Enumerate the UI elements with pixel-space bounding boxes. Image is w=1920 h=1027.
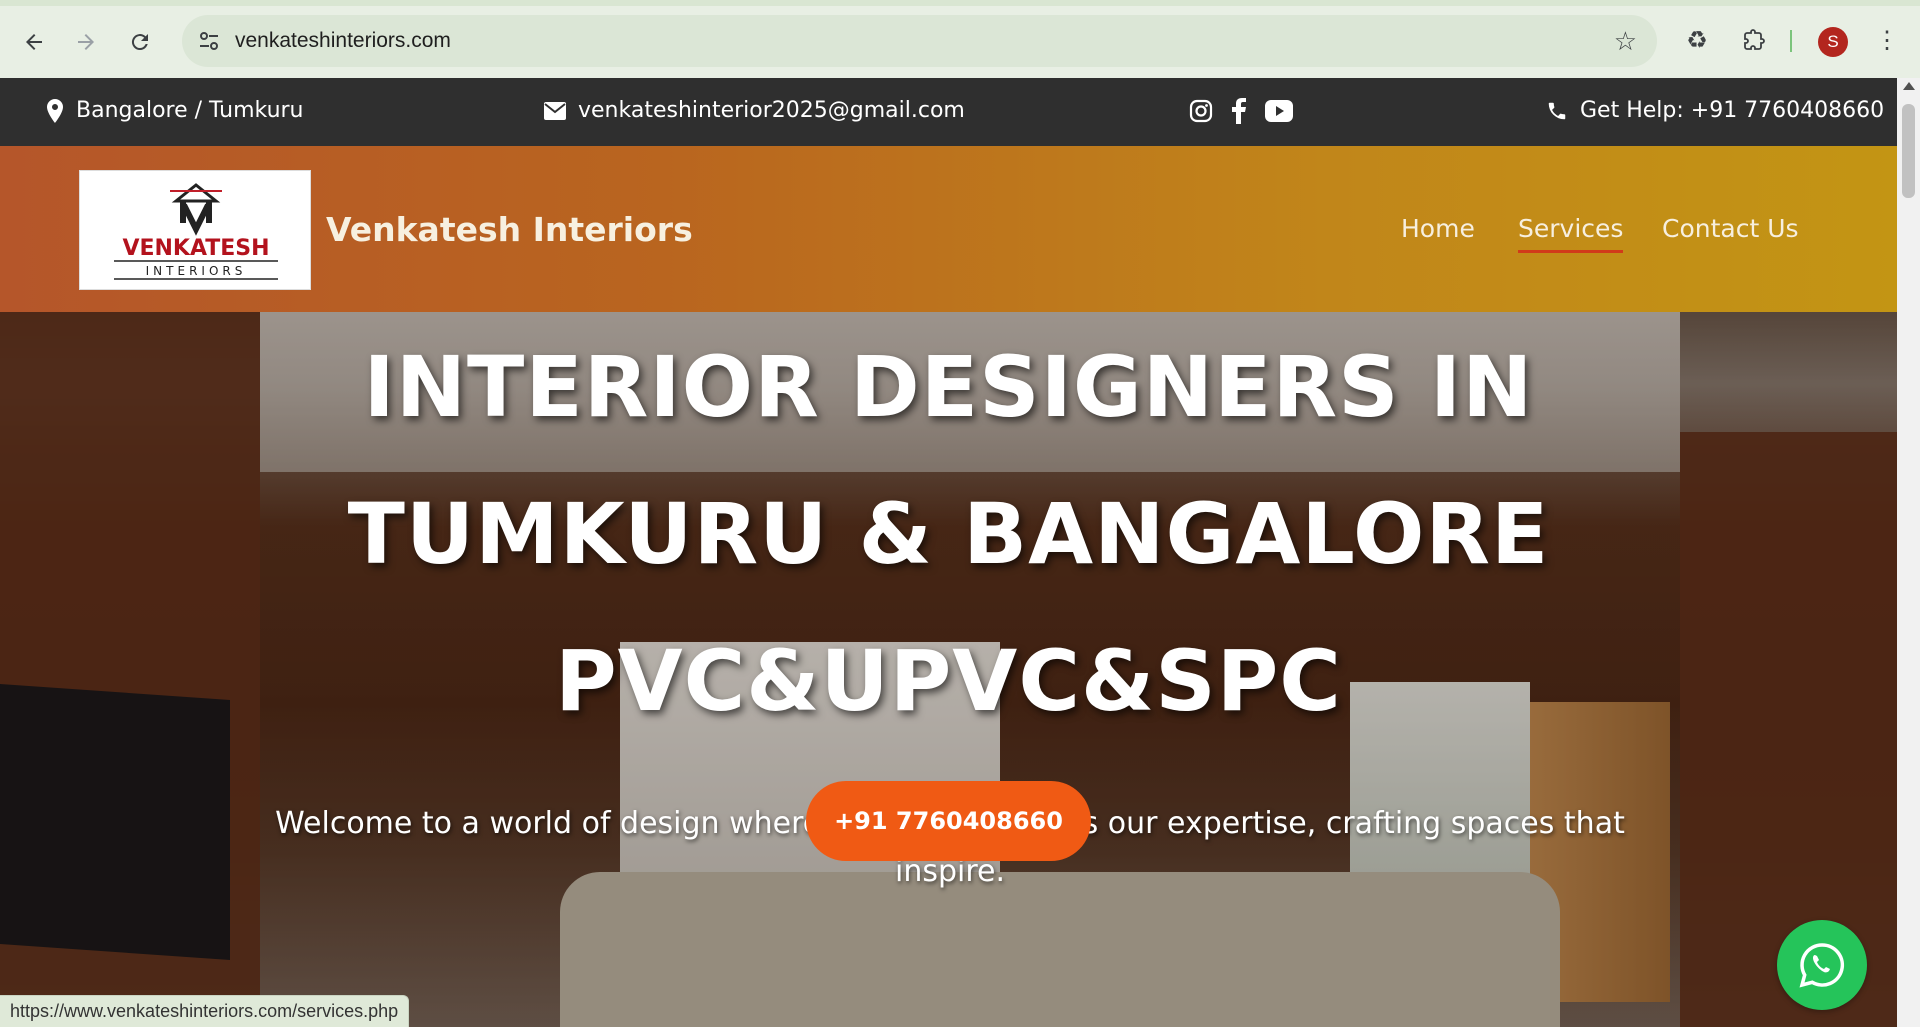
youtube-icon[interactable] — [1265, 100, 1293, 122]
contact-topbar: Bangalore / Tumkuru venkateshinterior202… — [0, 78, 1897, 146]
browser-toolbar: venkateshinteriors.com ☆ ♻ S ⋮ — [0, 0, 1920, 78]
kebab-menu-icon[interactable]: ⋮ — [1871, 24, 1903, 56]
back-icon[interactable] — [16, 24, 52, 60]
help-text[interactable]: Get Help: +91 7760408660 — [1580, 98, 1884, 123]
toolbar-divider — [1790, 30, 1792, 52]
help-info[interactable]: Get Help: +91 7760408660 — [1546, 98, 1884, 123]
site-info-icon[interactable] — [196, 28, 222, 54]
logo-graphic: VENKATESH INTERIORS — [114, 183, 278, 280]
nav-home[interactable]: Home — [1401, 214, 1475, 243]
site-logo[interactable]: VENKATESH INTERIORS — [79, 170, 311, 290]
site-header: VENKATESH INTERIORS Venkatesh Interiors … — [0, 146, 1897, 312]
hero-title-line-1: INTERIOR DESIGNERS IN — [363, 338, 1534, 436]
hero-title-line-3: PVC&UPVC&SPC — [555, 632, 1342, 730]
scroll-thumb[interactable] — [1902, 104, 1915, 198]
scroll-up-arrow-icon[interactable] — [1903, 82, 1915, 90]
location-text: Bangalore / Tumkuru — [76, 98, 304, 123]
page-viewport: Bangalore / Tumkuru venkateshinterior202… — [0, 78, 1897, 1027]
mail-icon — [544, 101, 566, 120]
extensions-icon[interactable] — [1738, 24, 1770, 56]
email-info[interactable]: venkateshinterior2025@gmail.com — [544, 98, 965, 123]
email-text[interactable]: venkateshinterior2025@gmail.com — [578, 98, 965, 123]
bookmark-star-icon[interactable]: ☆ — [1614, 26, 1637, 57]
hero-section: INTERIOR DESIGNERS IN TUMKURU & BANGALOR… — [0, 312, 1897, 1027]
tab-strip — [0, 0, 1920, 6]
social-links — [1189, 98, 1293, 124]
location-pin-icon — [47, 98, 63, 123]
instagram-icon[interactable] — [1189, 99, 1213, 123]
reload-icon[interactable] — [122, 24, 158, 60]
whatsapp-button[interactable] — [1777, 920, 1867, 1010]
logo-subtext: INTERIORS — [146, 264, 247, 278]
profile-avatar[interactable]: S — [1818, 27, 1848, 57]
recycle-icon[interactable]: ♻ — [1681, 24, 1713, 56]
address-bar[interactable]: venkateshinteriors.com ☆ — [182, 15, 1657, 67]
forward-icon[interactable] — [68, 24, 104, 60]
phone-icon — [1548, 102, 1566, 119]
facebook-icon[interactable] — [1231, 98, 1247, 124]
logo-wordmark: VENKATESH — [122, 236, 269, 261]
page-scrollbar[interactable] — [1897, 78, 1920, 1027]
nav-contact-us[interactable]: Contact Us — [1662, 214, 1799, 243]
location-info: Bangalore / Tumkuru — [46, 98, 304, 123]
call-now-button[interactable]: +91 7760408660 — [806, 781, 1091, 861]
nav-services[interactable]: Services — [1518, 214, 1624, 253]
brand-name[interactable]: Venkatesh Interiors — [326, 210, 693, 249]
whatsapp-icon — [1799, 943, 1845, 988]
url-text[interactable]: venkateshinteriors.com — [235, 29, 451, 53]
hero-title-line-2: TUMKURU & BANGALORE — [347, 485, 1550, 583]
link-status-bar: https://www.venkateshinteriors.com/servi… — [0, 995, 410, 1027]
